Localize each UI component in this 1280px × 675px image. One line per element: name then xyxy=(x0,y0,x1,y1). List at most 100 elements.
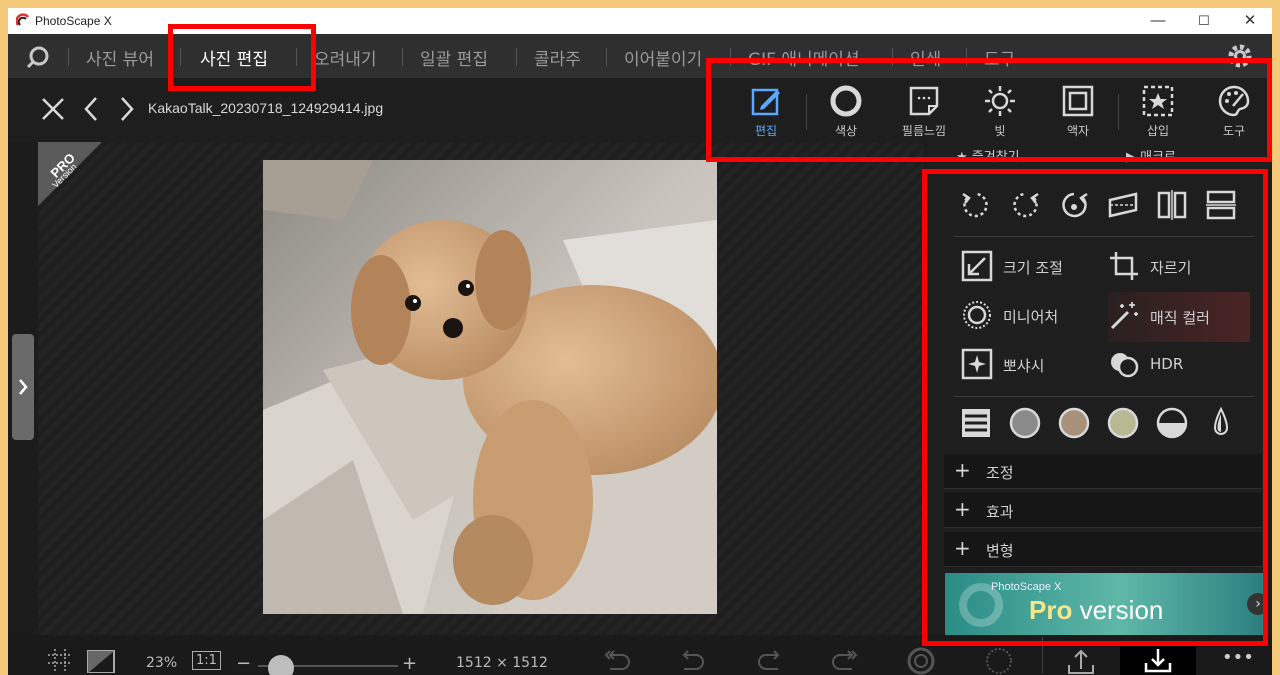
film-icon xyxy=(909,86,939,116)
zoom-in-button[interactable]: + xyxy=(402,653,417,674)
menu-tools[interactable]: 도구 xyxy=(984,45,1015,70)
hdr-button[interactable]: HDR xyxy=(1108,344,1248,384)
tab-film[interactable]: 필름느낌 xyxy=(888,84,960,140)
tab-light[interactable]: 빛 xyxy=(964,84,1036,140)
section-effects[interactable]: + 효과 xyxy=(944,493,1262,528)
rotate-left-icon[interactable] xyxy=(959,188,993,222)
menu-photo-viewer[interactable]: 사진 뷰어 xyxy=(86,45,154,70)
pro-version-ribbon: PRO Version xyxy=(38,142,102,206)
sub-toolbar: KakaoTalk_20230718_124929414.jpg 편집 색상 필… xyxy=(8,78,1272,142)
magic-color-label: 매직 컬러 xyxy=(1150,309,1210,327)
tab-edit-label: 편집 xyxy=(754,124,778,138)
bloom-label: 뽀샤시 xyxy=(1003,357,1045,375)
frame-icon xyxy=(1062,85,1094,117)
banner-pro-word: Pro xyxy=(1029,595,1073,625)
menu-photo-editor[interactable]: 사진 편집 xyxy=(200,45,268,70)
macro-tab[interactable]: ▶ 매크로 xyxy=(1126,146,1176,165)
bloom-button[interactable]: 뽀샤시 xyxy=(961,344,1101,384)
crop-button[interactable]: 자르기 xyxy=(1108,246,1248,286)
maximize-button[interactable]: ☐ xyxy=(1184,10,1224,32)
main-menu: 사진 뷰어 사진 편집 오려내기 일괄 편집 콜라주 이어붙이기 GIF 애니메… xyxy=(8,34,1272,78)
tab-color[interactable]: 색상 xyxy=(810,84,882,140)
menu-batch-edit[interactable]: 일괄 편집 xyxy=(420,45,488,70)
plus-icon: + xyxy=(954,536,971,560)
chevron-right-icon[interactable] xyxy=(118,96,136,122)
zoom-out-button[interactable]: − xyxy=(236,653,251,674)
status-bar: 23% 1:1 − + 1512 × 1512 ••• xyxy=(8,635,1272,675)
pro-version-banner[interactable]: PhotoScape X Pro version › xyxy=(945,573,1263,635)
miniature-button[interactable]: 미니어처 xyxy=(961,295,1101,335)
tab-insert-label: 삽입 xyxy=(1146,124,1170,138)
banner-arrow-icon[interactable]: › xyxy=(1247,593,1263,615)
compare-original-icon[interactable] xyxy=(906,647,936,675)
favorites-tab[interactable]: ★ 즐겨찾기 xyxy=(956,146,1020,165)
grid-icon[interactable] xyxy=(46,649,74,671)
undo-icon[interactable] xyxy=(678,649,708,673)
section-transform[interactable]: + 변형 xyxy=(944,532,1262,567)
gear-icon[interactable] xyxy=(1226,42,1254,70)
undo-all-icon[interactable] xyxy=(602,649,632,673)
history-icon[interactable] xyxy=(984,647,1014,675)
section-effects-label: 효과 xyxy=(986,503,1014,521)
menu-collage[interactable]: 콜라주 xyxy=(534,45,581,70)
redo-all-icon[interactable] xyxy=(830,649,860,673)
menu-print[interactable]: 인쇄 xyxy=(910,45,941,70)
flip-horizontal-icon[interactable] xyxy=(1155,188,1189,222)
crop-icon xyxy=(1110,252,1138,280)
tab-film-label: 필름느낌 xyxy=(901,124,947,138)
tab-edit[interactable]: 편집 xyxy=(730,84,802,140)
flip-vertical-icon[interactable] xyxy=(1204,188,1238,222)
color-circle-icon xyxy=(830,85,862,117)
file-name: KakaoTalk_20230718_124929414.jpg xyxy=(148,100,384,116)
download-icon xyxy=(1144,649,1172,673)
minimize-button[interactable]: — xyxy=(1138,10,1178,32)
resize-button[interactable]: 크기 조절 xyxy=(961,246,1101,286)
section-transform-label: 변형 xyxy=(986,542,1014,560)
menu-cutout[interactable]: 오려내기 xyxy=(314,45,377,70)
tab-frame-label: 액자 xyxy=(1066,124,1090,138)
rotate-right-icon[interactable] xyxy=(1008,188,1042,222)
magic-color-button[interactable]: 매직 컬러 xyxy=(1108,292,1250,342)
resize-label: 크기 조절 xyxy=(1003,259,1063,277)
filter-tint-icon[interactable] xyxy=(1106,406,1140,440)
straighten-icon[interactable] xyxy=(1106,188,1140,222)
more-options-icon[interactable]: ••• xyxy=(1222,647,1254,668)
plus-icon: + xyxy=(954,497,971,521)
share-icon[interactable] xyxy=(1066,647,1096,675)
title-bar: PhotoScape X — ☐ ✕ xyxy=(8,8,1272,34)
plus-icon: + xyxy=(954,458,971,482)
actual-size-button[interactable]: 1:1 xyxy=(192,651,221,670)
rotate-free-icon[interactable] xyxy=(1057,188,1091,222)
tab-insert[interactable]: 삽입 xyxy=(1122,84,1194,140)
sharpen-drop-icon[interactable] xyxy=(1204,406,1238,440)
image-dimensions: 1512 × 1512 xyxy=(456,655,548,671)
filter-gray-icon[interactable] xyxy=(1008,406,1042,440)
sparkle-icon xyxy=(961,348,993,380)
miniature-icon xyxy=(963,301,991,329)
compare-icon[interactable] xyxy=(86,649,116,673)
levels-icon[interactable] xyxy=(959,406,993,440)
photoscape-logo-icon[interactable] xyxy=(24,43,52,71)
tab-frame[interactable]: 액자 xyxy=(1042,84,1114,140)
close-file-icon[interactable] xyxy=(40,96,66,122)
chevron-left-icon[interactable] xyxy=(82,96,100,122)
close-button[interactable]: ✕ xyxy=(1230,10,1270,32)
save-button[interactable] xyxy=(1120,641,1196,675)
tab-tools[interactable]: 도구 xyxy=(1198,84,1270,140)
banner-app-name: PhotoScape X xyxy=(991,581,1062,593)
section-adjust[interactable]: + 조정 xyxy=(944,454,1262,489)
zoom-level[interactable]: 23% xyxy=(146,655,177,671)
miniature-label: 미니어처 xyxy=(1003,308,1059,326)
filter-half-icon[interactable] xyxy=(1155,406,1189,440)
zoom-slider-thumb[interactable] xyxy=(268,655,294,675)
hdr-label: HDR xyxy=(1150,355,1184,373)
palette-icon xyxy=(1218,85,1250,117)
redo-icon[interactable] xyxy=(754,649,784,673)
side-panel-toggle[interactable] xyxy=(12,334,34,440)
menu-gif-animation[interactable]: GIF 애니메이션 xyxy=(748,45,860,70)
filter-sepia-icon[interactable] xyxy=(1057,406,1091,440)
menu-combine[interactable]: 이어붙이기 xyxy=(624,45,702,70)
app-window: PhotoScape X — ☐ ✕ 사진 뷰어 사진 편집 오려내기 일괄 편… xyxy=(8,8,1272,675)
favorites-label: 즐겨찾기 xyxy=(971,150,1020,165)
sun-icon xyxy=(985,86,1015,116)
